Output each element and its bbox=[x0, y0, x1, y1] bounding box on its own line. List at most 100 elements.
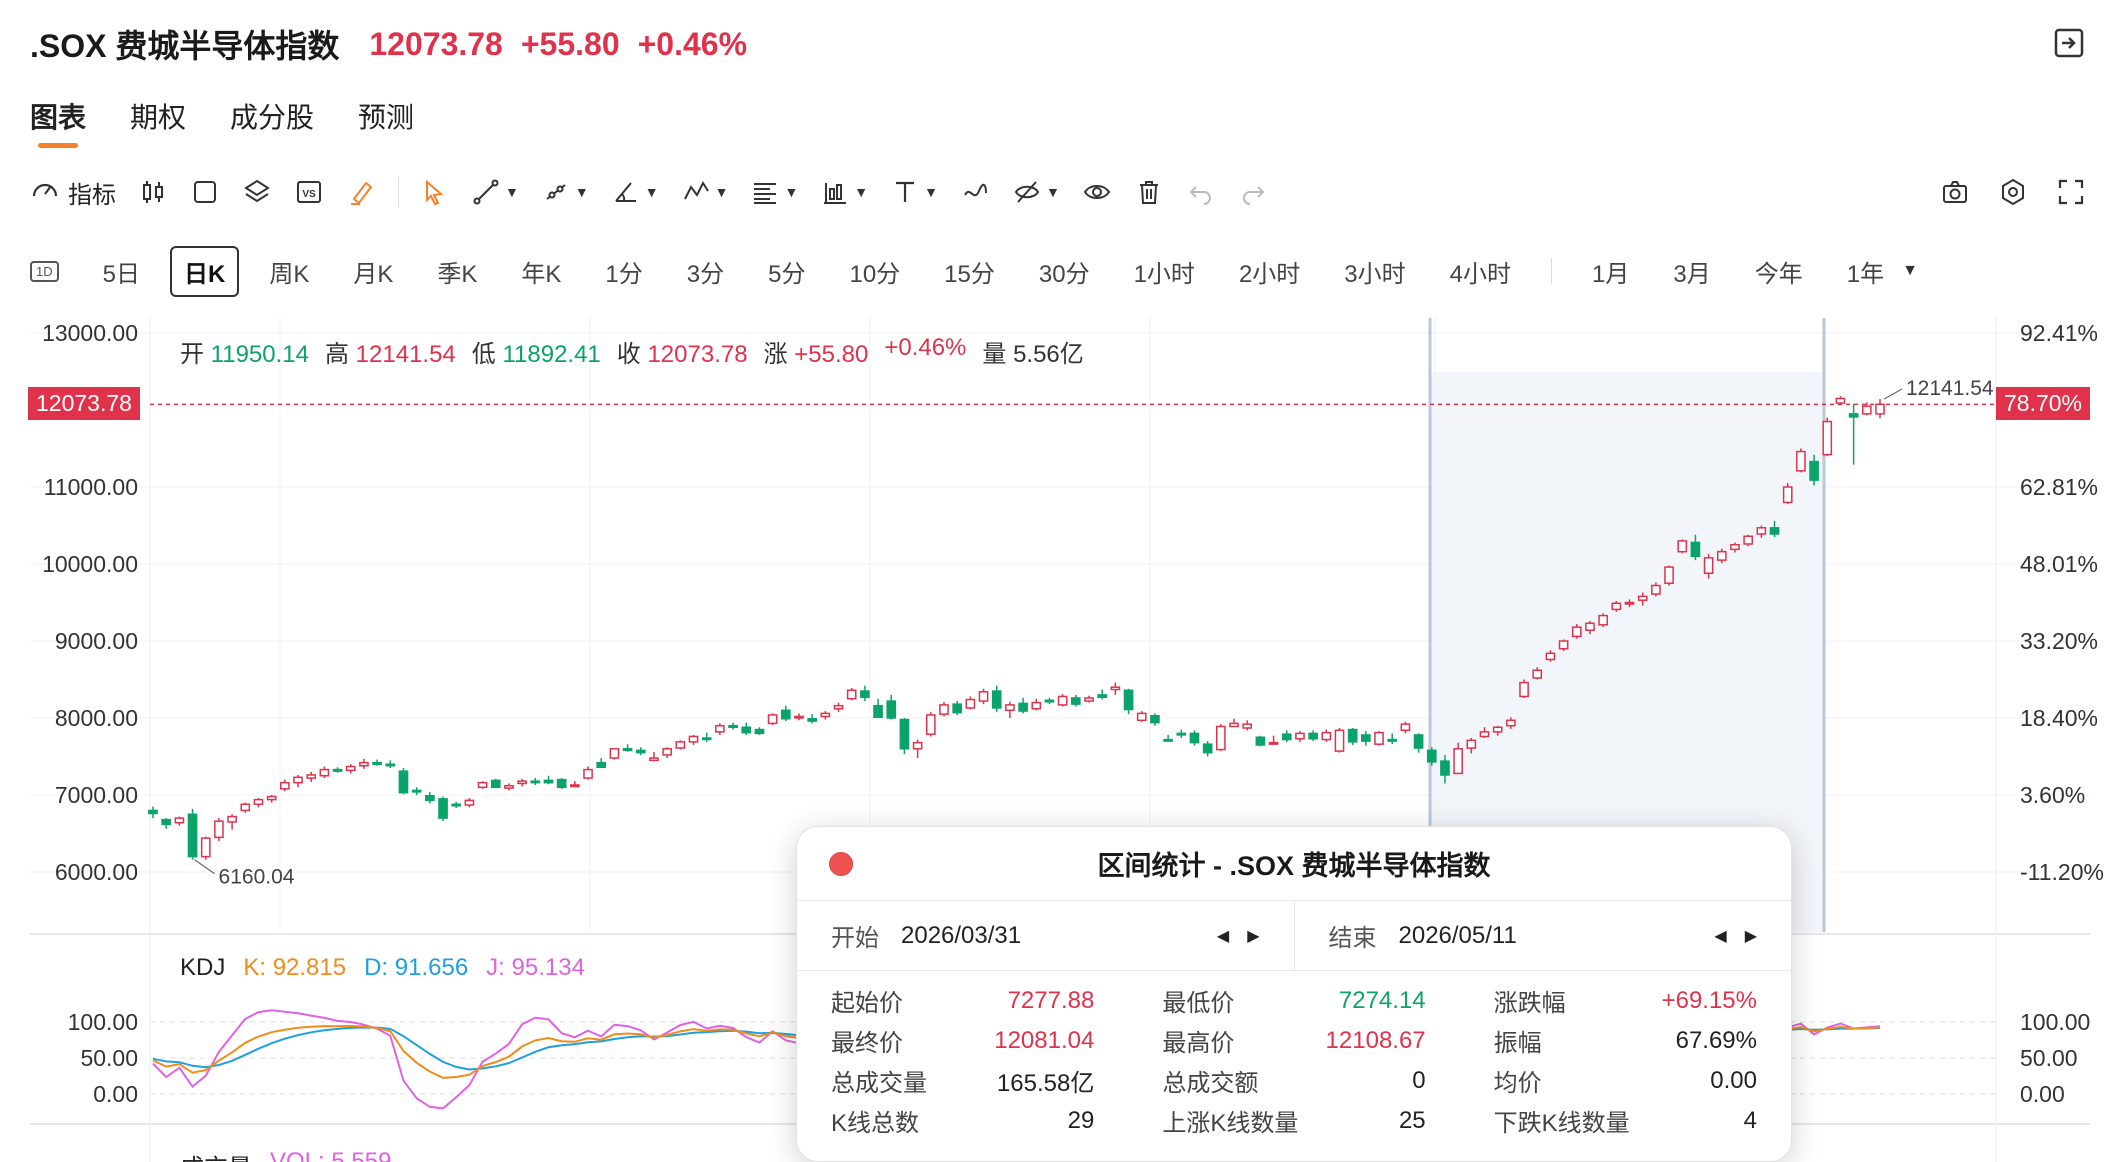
period-daily[interactable]: 日K bbox=[169, 245, 240, 297]
measure-icon[interactable]: ▼ bbox=[820, 170, 868, 214]
rectangle-icon[interactable] bbox=[190, 170, 220, 214]
stat-value: 165.58亿 bbox=[996, 1070, 1095, 1097]
end-label: 结束 bbox=[1328, 925, 1377, 952]
eye-icon[interactable] bbox=[1082, 170, 1112, 214]
ray-icon[interactable]: ▼ bbox=[541, 170, 589, 214]
kdj-tick-label: 100.00 bbox=[68, 1009, 138, 1035]
highlighter-icon[interactable] bbox=[346, 170, 376, 214]
period-30min[interactable]: 30分 bbox=[1025, 246, 1104, 297]
candle-body bbox=[425, 795, 435, 802]
candle-body bbox=[148, 809, 158, 815]
stat-value: 12108.67 bbox=[1325, 1026, 1426, 1054]
candle-body bbox=[1492, 726, 1503, 733]
freehand-icon[interactable] bbox=[960, 170, 990, 214]
period-yearly[interactable]: 年K bbox=[507, 246, 575, 297]
angle-icon[interactable]: ▼ bbox=[611, 170, 659, 214]
period-3h[interactable]: 3小时 bbox=[1330, 246, 1419, 297]
chevron-down-icon[interactable]: ▼ bbox=[1902, 262, 1918, 280]
candle-body bbox=[794, 715, 804, 719]
period-4h[interactable]: 4小时 bbox=[1436, 246, 1525, 297]
tab-chart[interactable]: 图表 bbox=[30, 96, 86, 148]
stat-item: 涨跌幅 +69.15% bbox=[1494, 985, 1757, 1018]
trend-line-icon[interactable]: ▼ bbox=[471, 170, 519, 214]
period-weekly[interactable]: 周K bbox=[255, 246, 323, 297]
text-icon[interactable]: ▼ bbox=[890, 170, 938, 214]
pattern-icon[interactable]: ▼ bbox=[681, 170, 728, 214]
range-ytd[interactable]: 今年 bbox=[1741, 246, 1817, 297]
period-monthly[interactable]: 月K bbox=[339, 246, 407, 297]
prev-arrow-icon[interactable]: ◀ bbox=[1714, 926, 1726, 946]
candle-body bbox=[1651, 584, 1661, 595]
stat-item: 总成交量 165.58亿 bbox=[831, 1065, 1095, 1097]
candle-body bbox=[1202, 743, 1213, 754]
candle-body bbox=[715, 724, 725, 733]
exit-icon[interactable] bbox=[2052, 26, 2086, 60]
candle-body bbox=[1453, 748, 1463, 775]
stat-value: 29 bbox=[1067, 1106, 1095, 1134]
candle-body bbox=[1809, 460, 1819, 481]
stat-value: 25 bbox=[1398, 1106, 1426, 1134]
candle-body bbox=[1703, 557, 1714, 574]
candle-body bbox=[846, 689, 857, 700]
close-dot-icon[interactable] bbox=[829, 852, 853, 876]
low-value: 11892.41 bbox=[502, 341, 601, 368]
calendar-1d-icon[interactable]: 1D bbox=[30, 260, 59, 282]
candlestick-icon[interactable] bbox=[138, 170, 168, 214]
range-1y[interactable]: 1年 bbox=[1833, 246, 1898, 297]
hide-drawings-icon[interactable]: ▼ bbox=[1012, 170, 1060, 214]
next-arrow-icon[interactable]: ▶ bbox=[1745, 926, 1757, 946]
period-2h[interactable]: 2小时 bbox=[1225, 246, 1314, 297]
period-5min[interactable]: 5分 bbox=[754, 246, 819, 297]
toolbar-right-group bbox=[1940, 170, 2086, 214]
stat-value: 7274.14 bbox=[1338, 986, 1426, 1014]
candle-body bbox=[1005, 704, 1015, 712]
tab-options[interactable]: 期权 bbox=[130, 96, 186, 148]
undo-icon[interactable] bbox=[1186, 170, 1216, 214]
camera-icon[interactable] bbox=[1940, 170, 1970, 214]
candle-body bbox=[1769, 527, 1780, 535]
next-arrow-icon[interactable]: ▶ bbox=[1247, 926, 1259, 946]
vs-compare-icon[interactable]: VS bbox=[294, 170, 324, 214]
redo-icon[interactable] bbox=[1238, 170, 1268, 214]
trash-icon[interactable] bbox=[1134, 170, 1164, 214]
layers-icon[interactable] bbox=[242, 170, 272, 214]
tab-constituents[interactable]: 成分股 bbox=[230, 96, 314, 148]
price-tick-label: 9000.00 bbox=[55, 628, 138, 654]
fullscreen-icon[interactable] bbox=[2056, 170, 2086, 214]
candle-body bbox=[1150, 714, 1160, 724]
cursor-icon[interactable] bbox=[419, 170, 449, 214]
end-date-picker[interactable]: 结束 2026/05/11 ◀ ▶ bbox=[1293, 901, 1792, 970]
period-1h[interactable]: 1小时 bbox=[1120, 246, 1209, 297]
tab-forecast[interactable]: 预测 bbox=[358, 96, 414, 148]
candle-body bbox=[978, 691, 989, 702]
indicator-button[interactable]: 指标 bbox=[30, 170, 116, 214]
period-3min[interactable]: 3分 bbox=[673, 246, 738, 297]
period-quarterly[interactable]: 季K bbox=[423, 246, 491, 297]
candle-body bbox=[820, 712, 831, 718]
candle-body bbox=[1571, 626, 1582, 638]
period-15min[interactable]: 15分 bbox=[930, 246, 1009, 297]
start-date-picker[interactable]: 开始 2026/03/31 ◀ ▶ bbox=[797, 901, 1294, 970]
open-label: 开 bbox=[180, 341, 204, 368]
period-1min[interactable]: 1分 bbox=[591, 246, 656, 297]
candle-body bbox=[925, 714, 936, 735]
kdj-j-value: J: 95.134 bbox=[486, 954, 585, 981]
prev-arrow-icon[interactable]: ◀ bbox=[1217, 926, 1229, 946]
pct-tick-label: 33.20% bbox=[2020, 628, 2098, 654]
stat-value: 0 bbox=[1412, 1066, 1426, 1094]
settings-icon[interactable] bbox=[1998, 170, 2028, 214]
volume-value: 5.56亿 bbox=[1013, 341, 1084, 368]
candle-body bbox=[372, 761, 382, 765]
candle-body bbox=[253, 798, 264, 805]
fib-icon[interactable]: ▼ bbox=[750, 170, 798, 214]
candle-body bbox=[1334, 729, 1345, 752]
candle-body bbox=[1347, 728, 1358, 743]
candle-body bbox=[1031, 701, 1042, 710]
range-1m[interactable]: 1月 bbox=[1578, 246, 1643, 297]
stat-label: 起始价 bbox=[831, 990, 903, 1017]
period-10min[interactable]: 10分 bbox=[835, 246, 914, 297]
period-5d[interactable]: 5日 bbox=[89, 246, 154, 297]
candle-body bbox=[873, 704, 883, 718]
range-3m[interactable]: 3月 bbox=[1659, 246, 1724, 297]
stat-item: 最高价 12108.67 bbox=[1162, 1025, 1426, 1058]
